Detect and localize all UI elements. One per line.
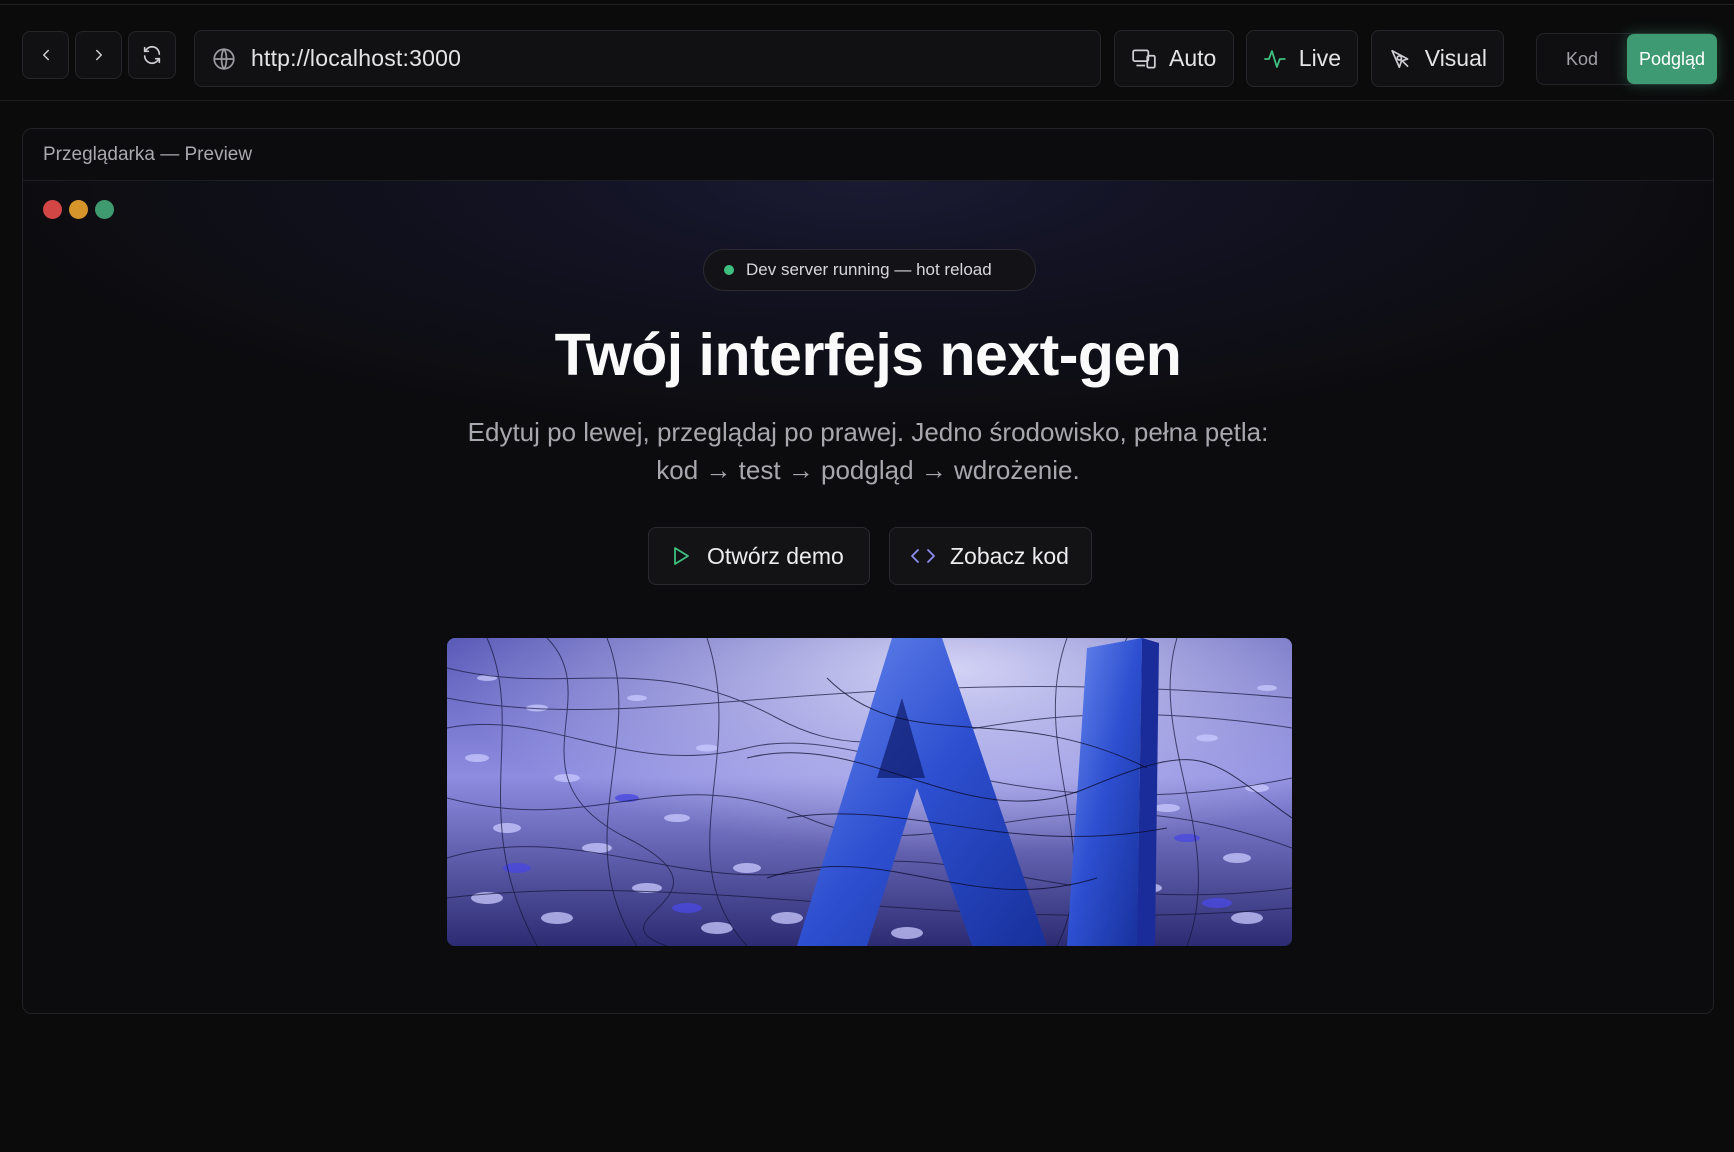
pen-tool-icon	[1391, 49, 1409, 68]
chevron-left-icon	[42, 49, 49, 61]
back-button[interactable]	[22, 31, 69, 79]
status-dot-icon	[724, 265, 734, 275]
close-dot[interactable]	[43, 200, 62, 219]
maximize-dot[interactable]	[95, 200, 114, 219]
window-controls	[43, 200, 114, 219]
status-text: Dev server running — hot reload	[746, 260, 992, 279]
view-toggle: Kod Podgląd	[1536, 33, 1717, 85]
subtitle-line-1: Edytuj po lewej, przeglądaj po prawej. J…	[467, 417, 1269, 447]
play-icon	[674, 547, 689, 565]
devices-icon	[1132, 48, 1156, 69]
hero-image: AI	[447, 638, 1292, 946]
code-view-tab[interactable]: Kod	[1537, 34, 1627, 84]
live-label: Live	[1298, 45, 1341, 71]
code-icon	[911, 549, 935, 563]
activity-icon	[1264, 49, 1286, 68]
ai-illustration: AI	[447, 638, 1292, 946]
preview-panel: Przeglądarka — Preview Dev server runnin…	[22, 128, 1714, 1014]
visual-label: Visual	[1424, 45, 1487, 71]
status-badge: Dev server running — hot reload	[703, 249, 1036, 291]
auto-label: Auto	[1169, 45, 1217, 71]
view-code-label: Zobacz kod	[950, 542, 1069, 569]
visual-button[interactable]: Visual	[1371, 30, 1504, 87]
forward-button[interactable]	[75, 31, 122, 79]
preview-stage: Dev server running — hot reload Twój int…	[23, 181, 1713, 1013]
reload-button[interactable]	[128, 31, 176, 79]
panel-header: Przeglądarka — Preview	[23, 129, 1713, 181]
page-subtitle: Edytuj po lewej, przeglądaj po prawej. J…	[23, 413, 1713, 489]
url-text: http://localhost:3000	[251, 45, 462, 71]
chevron-right-icon	[95, 49, 102, 61]
open-demo-button[interactable]: Otwórz demo	[648, 527, 870, 585]
device-auto-button[interactable]: Auto	[1114, 30, 1234, 87]
view-code-button[interactable]: Zobacz kod	[889, 527, 1092, 585]
panel-title: Przeglądarka — Preview	[43, 143, 253, 165]
open-demo-label: Otwórz demo	[707, 542, 844, 569]
globe-icon	[213, 47, 235, 70]
live-button[interactable]: Live	[1246, 30, 1358, 87]
refresh-icon	[143, 46, 161, 64]
page-title: Twój interfejs next-gen	[554, 322, 1182, 388]
subtitle-line-2: kod → test → podgląd → wdrożenie.	[656, 455, 1080, 485]
preview-view-tab[interactable]: Podgląd	[1627, 34, 1717, 84]
address-bar[interactable]: http://localhost:3000	[194, 30, 1101, 87]
browser-toolbar: http://localhost:3000 Auto Live Visual K…	[0, 5, 1734, 101]
minimize-dot[interactable]	[69, 200, 88, 219]
